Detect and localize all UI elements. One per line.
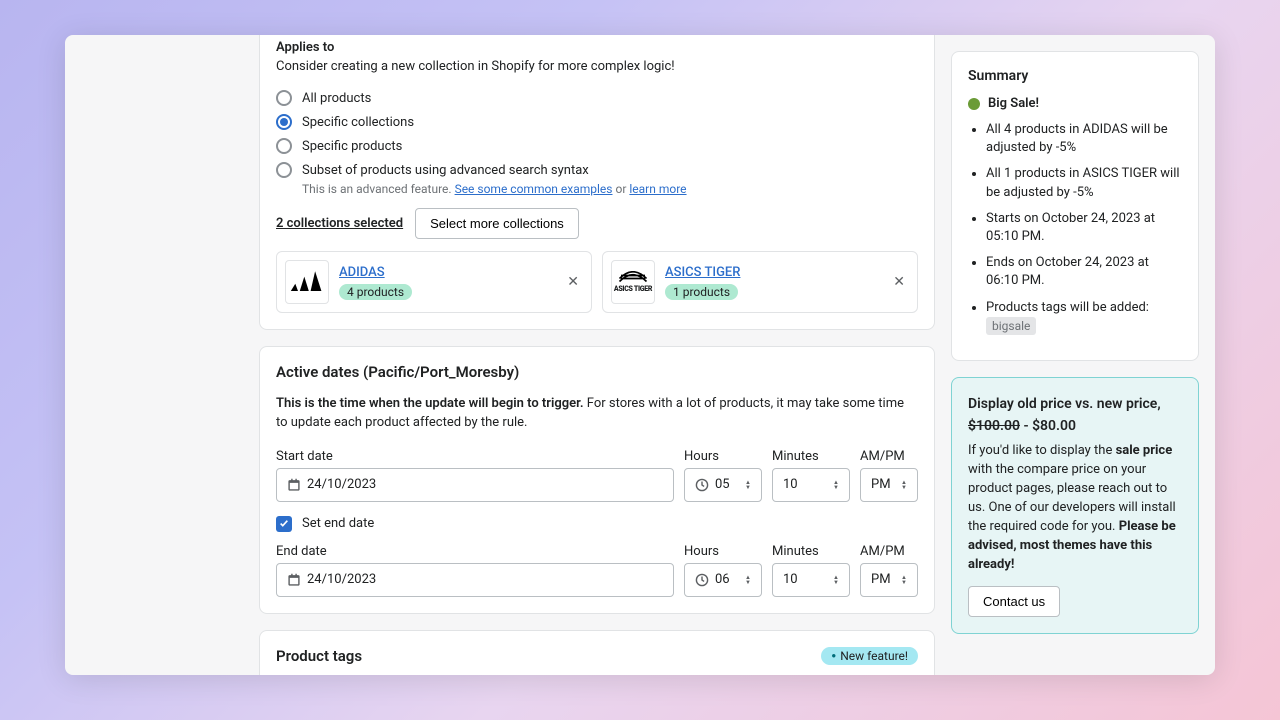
end-ampm-select[interactable]: PM ▲▼ xyxy=(860,563,918,597)
select-more-collections-button[interactable]: Select more collections xyxy=(415,208,579,239)
radio-icon xyxy=(276,138,292,154)
summary-item: Ends on October 24, 2023 at 06:10 PM. xyxy=(986,254,1182,290)
promo-body: If you'd like to display the sale price … xyxy=(968,442,1182,574)
promo-prices: $100.00 - $80.00 xyxy=(968,416,1182,436)
adidas-logo-icon xyxy=(285,260,329,304)
end-minutes-input[interactable]: 10 ▲▼ xyxy=(772,563,850,597)
active-dates-description: This is the time when the update will be… xyxy=(276,395,918,433)
stepper-icon[interactable]: ▲▼ xyxy=(833,480,839,490)
ampm-label: AM/PM xyxy=(860,544,918,559)
stepper-icon[interactable]: ▲▼ xyxy=(745,480,751,490)
status-dot-icon xyxy=(968,98,980,110)
ampm-label: AM/PM xyxy=(860,449,918,464)
calendar-icon xyxy=(287,573,301,587)
radio-icon xyxy=(276,162,292,178)
radio-specific-products[interactable]: Specific products xyxy=(276,134,918,158)
product-tags-title: Product tags xyxy=(276,647,362,665)
stepper-icon[interactable]: ▲▼ xyxy=(901,480,907,490)
clock-icon xyxy=(695,573,709,587)
radio-icon xyxy=(276,114,292,130)
summary-title: Summary xyxy=(968,68,1182,84)
product-count-badge: 1 products xyxy=(665,284,738,300)
minutes-label: Minutes xyxy=(772,449,850,464)
examples-link[interactable]: See some common examples xyxy=(455,182,613,196)
checkbox-checked-icon xyxy=(276,516,292,532)
collection-name-link[interactable]: ADIDAS xyxy=(339,265,385,280)
summary-status: Big Sale! xyxy=(988,96,1039,111)
collection-name-link[interactable]: ASICS TIGER xyxy=(665,265,740,280)
radio-specific-collections[interactable]: Specific collections xyxy=(276,110,918,134)
promo-title: Display old price vs. new price, xyxy=(968,394,1182,414)
summary-item-tags: Products tags will be added: bigsale xyxy=(986,299,1182,336)
product-tags-card: Product tags New feature! You can use th… xyxy=(259,630,935,675)
end-date-label: End date xyxy=(276,544,674,559)
summary-item: All 4 products in ADIDAS will be adjuste… xyxy=(986,121,1182,157)
collections-selected-count[interactable]: 2 collections selected xyxy=(276,216,403,231)
summary-item: All 1 products in ASICS TIGER will be ad… xyxy=(986,165,1182,201)
hours-label: Hours xyxy=(684,449,762,464)
start-date-input[interactable]: 24/10/2023 xyxy=(276,468,674,502)
clock-icon xyxy=(695,478,709,492)
learn-more-link[interactable]: learn more xyxy=(629,182,686,196)
remove-collection-icon[interactable]: ✕ xyxy=(563,270,583,294)
end-date-input[interactable]: 24/10/2023 xyxy=(276,563,674,597)
applies-to-title: Applies to xyxy=(276,40,918,55)
applies-to-card: Applies to Consider creating a new colle… xyxy=(259,35,935,330)
stepper-icon[interactable]: ▲▼ xyxy=(901,575,907,585)
start-hours-input[interactable]: 05 ▲▼ xyxy=(684,468,762,502)
new-feature-badge: New feature! xyxy=(821,647,918,665)
summary-item: Starts on October 24, 2023 at 05:10 PM. xyxy=(986,210,1182,246)
contact-us-button[interactable]: Contact us xyxy=(968,586,1060,617)
promo-card: Display old price vs. new price, $100.00… xyxy=(951,377,1199,635)
summary-card: Summary Big Sale! All 4 products in ADID… xyxy=(951,51,1199,361)
active-dates-title: Active dates (Pacific/Port_Moresby) xyxy=(276,363,918,381)
radio-icon xyxy=(276,90,292,106)
advanced-note: This is an advanced feature. See some co… xyxy=(302,182,918,196)
start-ampm-select[interactable]: PM ▲▼ xyxy=(860,468,918,502)
remove-collection-icon[interactable]: ✕ xyxy=(889,270,909,294)
tag-chip: bigsale xyxy=(986,317,1036,336)
hours-label: Hours xyxy=(684,544,762,559)
applies-to-subtitle: Consider creating a new collection in Sh… xyxy=(276,59,918,74)
stepper-icon[interactable]: ▲▼ xyxy=(745,575,751,585)
product-count-badge: 4 products xyxy=(339,284,412,300)
collection-card-adidas: ADIDAS 4 products ✕ xyxy=(276,251,592,313)
radio-all-products[interactable]: All products xyxy=(276,86,918,110)
set-end-date-checkbox[interactable]: Set end date xyxy=(276,516,918,532)
end-hours-input[interactable]: 06 ▲▼ xyxy=(684,563,762,597)
collection-card-asics: ASICS TIGER ASICS TIGER 1 products ✕ xyxy=(602,251,918,313)
asics-tiger-logo-icon: ASICS TIGER xyxy=(611,260,655,304)
start-minutes-input[interactable]: 10 ▲▼ xyxy=(772,468,850,502)
radio-advanced-search[interactable]: Subset of products using advanced search… xyxy=(276,158,918,182)
start-date-label: Start date xyxy=(276,449,674,464)
minutes-label: Minutes xyxy=(772,544,850,559)
stepper-icon[interactable]: ▲▼ xyxy=(833,575,839,585)
active-dates-card: Active dates (Pacific/Port_Moresby) This… xyxy=(259,346,935,614)
calendar-icon xyxy=(287,478,301,492)
